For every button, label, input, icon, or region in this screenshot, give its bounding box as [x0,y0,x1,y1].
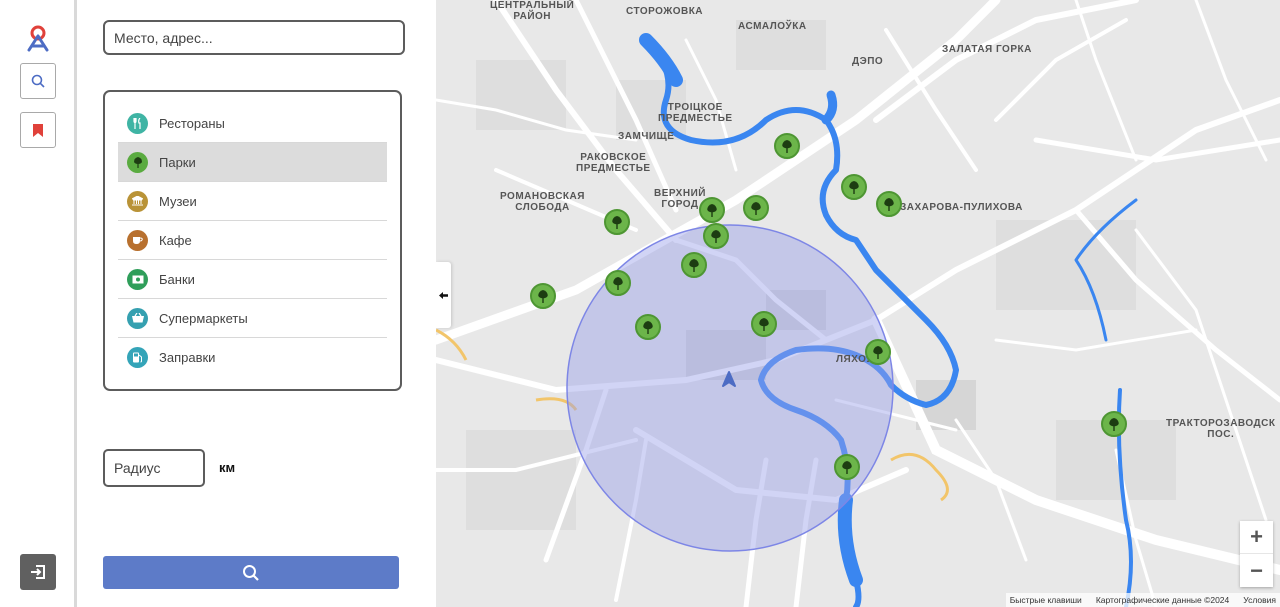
park-marker[interactable] [834,454,860,480]
category-item[interactable]: Банки [118,260,387,299]
fuel-icon [127,347,148,368]
tree-icon [643,320,653,334]
radius-input[interactable] [103,449,205,487]
bookmark-icon [33,123,43,137]
category-label: Заправки [159,350,216,365]
logout-icon [31,565,45,579]
tree-icon [884,197,894,211]
map-data-credit: Картографические данные ©2024 [1095,595,1230,605]
tree-icon [842,460,852,474]
category-label: Музеи [159,193,197,209]
collapse-panel-button[interactable] [436,262,451,328]
search-icon [31,74,45,88]
basket-icon [127,307,148,329]
map-attribution: Быстрые клавиши Картографические данные … [1005,593,1280,607]
park-marker[interactable] [699,197,725,223]
tree-icon [873,345,883,359]
district-label: ТРАКТОРОЗАВОДСК ПОС. [1166,418,1276,440]
museum-icon [127,190,148,212]
tree-icon [759,317,769,331]
radius-unit-label: км [219,460,236,475]
category-label: Банки [159,271,195,287]
park-marker[interactable] [876,191,902,217]
zoom-controls: + − [1240,521,1273,587]
park-marker[interactable] [530,283,556,309]
place-search-input[interactable] [103,20,405,55]
map-base-layer [436,0,1280,607]
district-label: АСМАЛОЎКА [738,21,807,32]
tree-icon [1109,417,1119,431]
category-item[interactable]: Заправки [118,338,387,377]
park-marker[interactable] [751,311,777,337]
tree-icon [127,151,148,173]
tree-icon [782,139,792,153]
banknote-icon [127,268,148,290]
terms-link[interactable]: Условия [1243,595,1276,605]
category-label: Супермаркеты [159,310,248,326]
tree-icon [689,258,699,272]
search-icon [243,564,259,581]
park-marker[interactable] [703,223,729,249]
tree-icon [538,289,548,303]
category-list: Рестораны Парки Музеи Кафе Банки Супермаркеты… [103,90,402,391]
keyboard-shortcuts-link[interactable]: Быстрые клавиши [1010,595,1082,605]
tree-icon [711,229,721,243]
zoom-in-button[interactable]: + [1240,521,1273,554]
district-label: РАКОВСКОЕ ПРЕДМЕСТЬЕ [576,152,651,174]
left-rail [0,0,77,607]
category-item[interactable]: Кафе [118,221,387,260]
district-label: ДЭПО [852,56,884,67]
district-label: ВЕРХНИЙ ГОРОД [654,188,706,210]
tree-icon [849,180,859,194]
tree-icon [612,215,622,229]
park-marker[interactable] [1101,411,1127,437]
search-mode-button[interactable] [20,63,56,99]
fork-knife-icon [127,112,148,134]
tree-icon [707,203,717,217]
category-item[interactable]: Рестораны [118,104,387,143]
search-submit-button[interactable] [103,556,399,589]
category-item[interactable]: Парки [118,143,387,182]
tree-icon [751,201,761,215]
zoom-out-button[interactable]: − [1240,554,1273,587]
tree-icon [613,276,623,290]
arrow-left-icon [439,291,448,299]
park-marker[interactable] [774,133,800,159]
district-label: ЗАМЧИЩЕ [618,131,675,142]
category-label: Кафе [159,232,192,248]
district-label: ЗАЛАТАЯ ГОРКА [942,44,1032,55]
park-marker[interactable] [865,339,891,365]
app-logo[interactable] [24,24,52,52]
park-marker[interactable] [841,174,867,200]
category-item[interactable]: Супермаркеты [118,299,387,338]
category-item[interactable]: Музеи [118,182,387,221]
district-label: ЗАХАРОВА-ПУЛИХОВА [900,202,1023,213]
park-marker[interactable] [681,252,707,278]
cup-icon [127,229,148,251]
search-panel: Рестораны Парки Музеи Кафе Банки Супермаркеты… [80,0,436,607]
park-marker[interactable] [743,195,769,221]
district-label: РОМАНОВСКАЯ СЛОБОДА [500,191,585,213]
category-label: Рестораны [159,115,225,131]
park-marker[interactable] [604,209,630,235]
category-label: Парки [159,154,196,170]
map-view[interactable]: ЦЕНТРАЛЬНЫЙ РАЙОН СТОРОЖОВКА АСМАЛОЎКА ЗА… [436,0,1280,607]
district-label: ТРОІЦКОЕ ПРЕДМЕСТЬЕ [658,102,733,124]
district-label: СТОРОЖОВКА [626,6,704,17]
logout-button[interactable] [20,554,56,590]
bookmarks-button[interactable] [20,112,56,148]
park-marker[interactable] [605,270,631,296]
park-marker[interactable] [635,314,661,340]
district-label: ЦЕНТРАЛЬНЫЙ РАЙОН [490,0,575,22]
